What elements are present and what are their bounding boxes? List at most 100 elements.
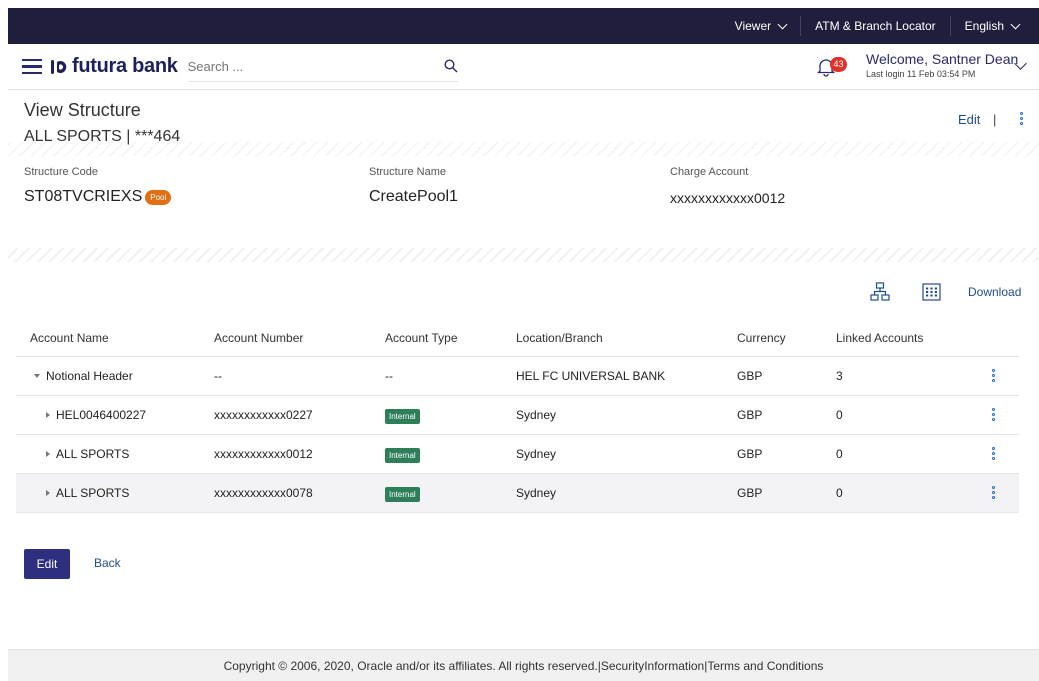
- table-toolbar: Download: [8, 262, 1039, 324]
- row-actions-cell: [986, 434, 1019, 474]
- column-header[interactable]: Account Type: [385, 320, 516, 357]
- account-name: HEL0046400227: [56, 407, 147, 422]
- currency-cell: GBP: [737, 395, 836, 435]
- notification-count-badge: 43: [830, 57, 847, 72]
- kebab-icon[interactable]: [992, 447, 996, 460]
- location-cell: Sydney: [516, 395, 737, 435]
- table-row[interactable]: HEL0046400227 xxxxxxxxxxxx0227 Internal …: [16, 395, 1019, 435]
- caret-right-icon[interactable]: [46, 490, 50, 497]
- app-header: futura bank 43 Welcome, Santner Dean Las…: [8, 44, 1039, 90]
- column-header[interactable]: Currency: [737, 320, 836, 357]
- structure-code-label: Structure Code: [24, 166, 98, 178]
- account-name-cell: ALL SPORTS: [16, 434, 214, 474]
- back-link[interactable]: Back: [94, 556, 121, 570]
- column-header[interactable]: Account Number: [214, 320, 385, 357]
- search-input[interactable]: [187, 58, 408, 74]
- language-menu[interactable]: English: [951, 8, 1033, 44]
- edit-button[interactable]: Edit: [24, 549, 70, 579]
- table-row[interactable]: ALL SPORTS xxxxxxxxxxxx0078 Internal Syd…: [16, 473, 1019, 513]
- row-actions-cell: [986, 356, 1019, 396]
- account-number-cell: --: [214, 356, 385, 396]
- account-type-cell: Internal: [385, 395, 516, 435]
- footer: Copyright © 2006, 2020, Oracle and/or it…: [8, 649, 1039, 681]
- account-name: ALL SPORTS: [56, 485, 130, 500]
- grid-icon[interactable]: [922, 283, 941, 301]
- account-name-cell: ALL SPORTS: [16, 473, 214, 513]
- account-number-cell: xxxxxxxxxxxx0078: [214, 473, 385, 513]
- structure-name-label: Structure Name: [369, 166, 447, 178]
- column-header[interactable]: Account Name: [16, 320, 214, 357]
- caret-down-icon[interactable]: [34, 374, 40, 379]
- linked-accounts-cell: 0: [836, 473, 986, 513]
- kebab-icon[interactable]: [992, 369, 996, 382]
- account-type-cell: Internal: [385, 434, 516, 474]
- search-bar: [187, 52, 458, 82]
- account-name-cell: HEL0046400227: [16, 395, 214, 435]
- hamburger-icon[interactable]: [22, 58, 42, 75]
- kebab-icon[interactable]: [1020, 112, 1024, 125]
- account-type-cell: Internal: [385, 473, 516, 513]
- atm-branch-locator-link[interactable]: ATM & Branch Locator: [801, 8, 950, 44]
- structure-name-value: CreatePool1: [369, 188, 458, 205]
- viewer-menu[interactable]: Viewer: [721, 8, 800, 44]
- account-name-cell: Notional Header: [16, 356, 214, 396]
- page-subtitle: ALL SPORTS | ***464: [24, 128, 181, 145]
- account-name: ALL SPORTS: [56, 446, 130, 461]
- account-type-cell: --: [385, 356, 516, 396]
- search-icon[interactable]: [444, 59, 458, 73]
- pool-badge: Pool: [145, 189, 172, 205]
- caret-right-icon[interactable]: [46, 412, 50, 419]
- chevron-down-icon: [1010, 19, 1021, 29]
- kebab-icon[interactable]: [992, 486, 996, 499]
- caret-right-icon[interactable]: [46, 451, 50, 458]
- table-header-row: Account Name Account Number Account Type…: [16, 320, 1019, 357]
- logo-mark-icon: [51, 59, 67, 74]
- internal-badge: Internal: [385, 486, 420, 502]
- column-header[interactable]: Linked Accounts: [836, 320, 986, 357]
- account-number-cell: xxxxxxxxxxxx0227: [214, 395, 385, 435]
- brand-name: futura bank: [72, 55, 178, 77]
- welcome-text: Welcome, Santner Dean: [866, 51, 1019, 67]
- accounts-table: Account Name Account Number Account Type…: [16, 320, 1019, 513]
- kebab-icon[interactable]: [992, 408, 996, 421]
- internal-badge: Internal: [385, 408, 420, 424]
- row-actions-cell: [986, 395, 1019, 435]
- app-window: Viewer ATM & Branch Locator English futu…: [8, 8, 1039, 681]
- download-link[interactable]: Download: [968, 285, 1021, 299]
- brand-logo[interactable]: futura bank: [50, 55, 178, 78]
- location-cell: HEL FC UNIVERSAL BANK: [516, 356, 737, 396]
- chevron-down-icon: [777, 19, 788, 29]
- language-label: English: [964, 19, 1004, 33]
- charge-account-label: Charge Account: [670, 166, 749, 178]
- account-number-cell: xxxxxxxxxxxx0012: [214, 434, 385, 474]
- separator: |: [993, 112, 997, 127]
- linked-accounts-cell: 3: [836, 356, 986, 396]
- last-login-text: Last login 11 Feb 03:54 PM: [866, 69, 976, 79]
- top-utility-bar: Viewer ATM & Branch Locator English: [8, 8, 1039, 44]
- atm-label: ATM & Branch Locator: [815, 19, 936, 33]
- hierarchy-icon[interactable]: [870, 282, 890, 302]
- linked-accounts-cell: 0: [836, 395, 986, 435]
- location-cell: Sydney: [516, 434, 737, 474]
- page-title-section: View Structure ALL SPORTS | ***464 Edit …: [8, 90, 1039, 156]
- table-row[interactable]: ALL SPORTS xxxxxxxxxxxx0012 Internal Syd…: [16, 434, 1019, 474]
- location-cell: Sydney: [516, 473, 737, 513]
- user-menu[interactable]: Welcome, Santner Dean Last login 11 Feb …: [866, 51, 1018, 79]
- charge-account-value: xxxxxxxxxxxx0012: [670, 190, 786, 206]
- currency-cell: GBP: [737, 473, 836, 513]
- page-title: View Structure: [24, 100, 141, 120]
- account-name: Notional Header: [46, 368, 133, 383]
- column-header: [986, 320, 1019, 357]
- edit-link[interactable]: Edit: [958, 112, 980, 127]
- currency-cell: GBP: [737, 356, 836, 396]
- structure-details: Structure Code ST08TVCRIEXS Pool Structu…: [8, 156, 1039, 248]
- currency-cell: GBP: [737, 434, 836, 474]
- viewer-label: Viewer: [734, 19, 772, 33]
- internal-badge: Internal: [385, 447, 420, 463]
- section-divider: [8, 248, 1039, 262]
- linked-accounts-cell: 0: [836, 434, 986, 474]
- table-row[interactable]: Notional Header -- -- HEL FC UNIVERSAL B…: [16, 356, 1019, 396]
- structure-code-text: ST08TVCRIEXS: [24, 188, 143, 205]
- column-header[interactable]: Location/Branch: [516, 320, 737, 357]
- structure-code-value: ST08TVCRIEXS Pool: [24, 188, 172, 206]
